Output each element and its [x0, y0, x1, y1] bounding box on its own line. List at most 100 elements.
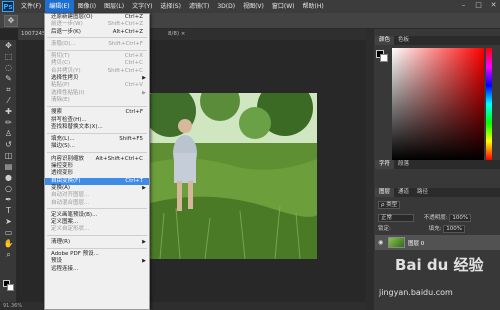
edit-menu-item[interactable]: 选择性粘贴(I) ▶: [45, 90, 149, 97]
edit-menu-item[interactable]: 拼写检查(H)...: [45, 117, 149, 124]
menu-item-label: 清理(R): [51, 238, 71, 245]
edit-menu-item[interactable]: 后退一步(K) Alt+Ctrl+Z: [45, 29, 149, 36]
tab-layers[interactable]: 图层: [375, 188, 395, 197]
edit-menu-item[interactable]: 粘贴(P) Ctrl+V: [45, 82, 149, 89]
gradient-tool-icon[interactable]: ▤: [0, 161, 17, 172]
menu-item[interactable]: 图像(I): [74, 0, 100, 13]
menu-item-label: 自动对齐图层...: [51, 192, 90, 199]
menu-item[interactable]: 3D(D): [213, 0, 239, 13]
document-tab-title[interactable]: 8/8) ×: [168, 29, 248, 40]
menu-item-label: 透视变形: [51, 170, 74, 177]
edit-menu-item[interactable]: 预设 ▶: [45, 258, 149, 265]
fill-label: 填充:: [428, 226, 442, 232]
submenu-arrow-icon: ▶: [142, 238, 146, 245]
tab-character[interactable]: 字符: [375, 160, 395, 169]
document-photo[interactable]: [150, 93, 317, 259]
menu-item[interactable]: 滤镜(T): [185, 0, 213, 13]
menu-item[interactable]: 帮助(H): [299, 0, 328, 13]
type-tool-icon[interactable]: T: [0, 205, 17, 216]
edit-menu-item[interactable]: 搜索 Ctrl+F: [45, 109, 149, 116]
edit-menu-item[interactable]: 清除(E): [45, 97, 149, 104]
menu-item-shortcut: Ctrl+T: [125, 177, 143, 184]
edit-menu-item[interactable]: 描边(S)...: [45, 143, 149, 150]
edit-menu-item[interactable]: 定义自定形状...: [45, 226, 149, 233]
close-button[interactable]: ✕: [489, 1, 498, 10]
menu-item-label: 搜索: [51, 109, 63, 116]
tab-paragraph[interactable]: 段落: [394, 160, 413, 169]
menu-item[interactable]: 视图(V): [239, 0, 268, 13]
menu-item-label: 清除(E): [51, 96, 70, 103]
menu-item-label: 预设: [51, 258, 63, 265]
pen-tool-icon[interactable]: ✒: [0, 194, 17, 205]
history-brush-tool-icon[interactable]: ↺: [0, 139, 17, 150]
dodge-tool-icon[interactable]: ○: [0, 183, 17, 194]
edit-menu-item[interactable]: 渐隐(D)... Shift+Ctrl+F: [45, 41, 149, 48]
menu-item[interactable]: 选择(S): [156, 0, 185, 13]
layer-kind-filter[interactable]: ρ 类型: [378, 201, 401, 209]
character-panel-tabs: 字符 段落: [375, 160, 500, 169]
layer-thumbnail: [388, 237, 405, 248]
clone-stamp-tool-icon[interactable]: ♙: [0, 128, 17, 139]
zoom-tool-icon[interactable]: ⌕: [0, 249, 17, 260]
tab-color[interactable]: 颜色: [375, 36, 395, 45]
hand-tool-icon[interactable]: ✋: [0, 238, 17, 249]
menu-item-label: 前进一步(W): [51, 21, 83, 28]
menu-item-shortcut: Alt+Ctrl+Z: [112, 28, 143, 35]
tab-swatches[interactable]: 色板: [394, 36, 413, 45]
menu-item-label: 还原新建图层(O): [51, 14, 93, 20]
tab-paths[interactable]: 路径: [413, 188, 432, 197]
opacity-field[interactable]: 100%: [449, 214, 472, 222]
layer-item[interactable]: ◉ 图层 0: [375, 235, 500, 250]
edit-menu-item[interactable]: 查找和替换文本(X)...: [45, 124, 149, 131]
move-tool-icon[interactable]: ✥: [0, 40, 17, 51]
menu-item-shortcut: Ctrl+X: [124, 53, 143, 60]
edit-menu-item[interactable]: 自动对齐图层...: [45, 192, 149, 199]
hue-slider[interactable]: [486, 48, 492, 160]
menu-item[interactable]: 图层(L): [100, 0, 128, 13]
opacity-label: 不透明度:: [423, 215, 448, 221]
background-color-chip[interactable]: [380, 54, 388, 62]
eraser-tool-icon[interactable]: ◫: [0, 150, 17, 161]
submenu-arrow-icon: ▶: [142, 184, 146, 191]
blend-mode-select[interactable]: 正常: [378, 214, 414, 222]
edit-menu-item[interactable]: 清理(R) ▶: [45, 239, 149, 246]
background-color-swatch[interactable]: [7, 284, 14, 291]
color-picker-field[interactable]: [392, 48, 484, 160]
edit-menu-item[interactable]: 透视变形: [45, 170, 149, 177]
lock-row: 锁定: 填充: 100%: [378, 224, 465, 233]
tab-channels[interactable]: 通道: [394, 188, 413, 197]
path-select-tool-icon[interactable]: ➤: [0, 216, 17, 227]
eye-icon[interactable]: ◉: [378, 239, 385, 246]
edit-menu-item[interactable]: 拷贝(C) Ctrl+C: [45, 60, 149, 67]
submenu-arrow-icon: ▶: [142, 89, 146, 96]
layer-name: 图层 0: [408, 240, 425, 247]
shape-tool-icon[interactable]: ▭: [0, 227, 17, 238]
zoom-level: 91.36%: [3, 303, 23, 309]
crop-tool-icon[interactable]: ⌗: [0, 84, 17, 95]
menu-item[interactable]: 编辑(E): [45, 0, 74, 13]
menu-item[interactable]: 文字(Y): [128, 0, 156, 13]
fill-field[interactable]: 100%: [443, 225, 465, 233]
blur-tool-icon[interactable]: ●: [0, 172, 17, 183]
photoshop-logo: Ps: [2, 1, 14, 12]
menu-item-shortcut: Ctrl+F: [125, 109, 143, 116]
menu-item[interactable]: 文件(F): [17, 0, 45, 13]
edit-menu-item[interactable]: 合并拷贝(Y) Shift+Ctrl+C: [45, 68, 149, 75]
menu-bar: Ps 文件(F) 编辑(E) 图像(I) 图层(L) 文字(Y) 选择(S) 滤镜(T) 3D…: [0, 0, 500, 13]
lasso-tool-icon[interactable]: ◌: [0, 62, 17, 73]
menu-item[interactable]: 窗口(W): [268, 0, 299, 13]
brush-tool-icon[interactable]: ✏: [0, 117, 17, 128]
edit-menu-item[interactable]: 自由变换(F) Ctrl+T: [45, 177, 149, 185]
move-tool-icon[interactable]: ✥: [4, 15, 18, 27]
edit-menu-item[interactable]: 远程连接...: [45, 266, 149, 273]
healing-brush-tool-icon[interactable]: ✚: [0, 106, 17, 117]
marquee-tool-icon[interactable]: ⬚: [0, 51, 17, 62]
eyedropper-tool-icon[interactable]: ⁄: [0, 95, 17, 106]
blend-row: 正常 不透明度: 100%: [378, 213, 472, 222]
maximize-button[interactable]: □: [474, 1, 483, 10]
edit-menu-item[interactable]: 前进一步(W) Shift+Ctrl+Z: [45, 21, 149, 28]
edit-menu-item[interactable]: 内容识别缩放 Alt+Shift+Ctrl+C: [45, 156, 149, 163]
quick-select-tool-icon[interactable]: ✎: [0, 73, 17, 84]
edit-menu-item[interactable]: 自动混合图层...: [45, 200, 149, 207]
minimize-button[interactable]: –: [459, 1, 468, 10]
